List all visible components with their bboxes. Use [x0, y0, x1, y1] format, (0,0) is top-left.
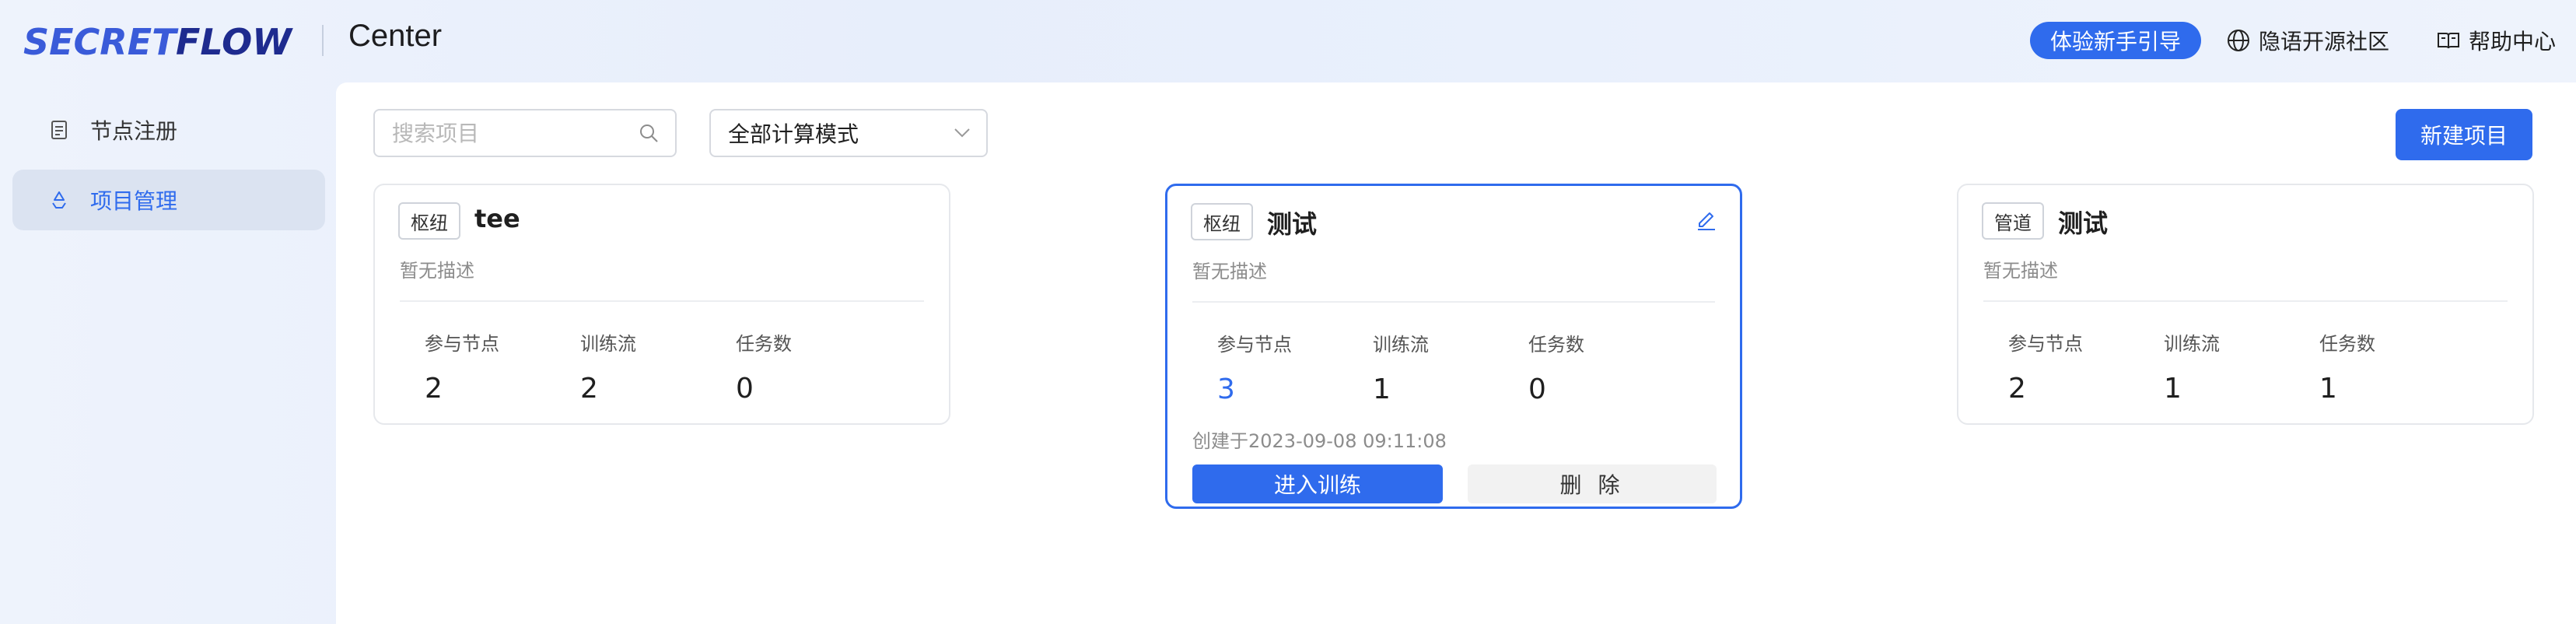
stat-value: 1: [2164, 373, 2182, 405]
stat-value: 1: [2319, 373, 2337, 405]
stat-nodes: 参与节点 2: [2008, 328, 2083, 405]
stat-label: 训练流: [1373, 334, 1429, 356]
help-center-label: 帮助中心: [2469, 29, 2557, 54]
sidebar-item-label: 节点注册: [90, 118, 178, 144]
compute-mode-select[interactable]: 全部计算模式: [709, 109, 988, 157]
stat-nodes: 参与节点 3: [1217, 329, 1292, 405]
community-link-label: 隐语开源社区: [2259, 29, 2390, 54]
sidebar-item-project-management[interactable]: 项目管理: [12, 170, 325, 230]
sidebar-item-label: 项目管理: [90, 188, 178, 214]
sidebar: 节点注册 项目管理: [12, 100, 325, 240]
stat-pipelines: 训练流 1: [2164, 328, 2220, 405]
app-name: Center: [348, 19, 443, 53]
created-time: 创建于2023-09-08 09:11:08: [1192, 430, 1447, 452]
sidebar-item-node-registration[interactable]: 节点注册: [12, 100, 325, 160]
main-panel: 全部计算模式 新建项目 枢纽 tee 暂无描述 参与节点 2 训练流 2 任务数…: [336, 82, 2576, 624]
card-divider: [1192, 301, 1715, 303]
new-project-button[interactable]: 新建项目: [2396, 109, 2532, 160]
stat-value: 2: [580, 373, 598, 405]
stat-value[interactable]: 3: [1217, 373, 1292, 405]
stat-label: 任务数: [1528, 334, 1584, 356]
stat-label: 任务数: [2319, 333, 2375, 355]
search-input[interactable]: [390, 119, 627, 147]
enter-training-button[interactable]: 进入训练: [1192, 464, 1443, 503]
search-icon[interactable]: [638, 122, 660, 144]
stat-tasks: 任务数 1: [2319, 328, 2375, 405]
logo-divider: [322, 25, 324, 56]
stat-pipelines: 训练流 1: [1373, 329, 1429, 405]
project-card-hovered[interactable]: 枢纽 测试 暂无描述 参与节点 3 训练流 1 任务数 0 创建于2023-09…: [1165, 184, 1742, 509]
project-card[interactable]: 枢纽 tee 暂无描述 参与节点 2 训练流 2 任务数 0: [373, 184, 950, 425]
edit-icon[interactable]: [1695, 209, 1718, 233]
project-description: 暂无描述: [1192, 261, 1267, 282]
card-divider: [1983, 300, 2508, 302]
community-link[interactable]: 隐语开源社区: [2226, 23, 2389, 58]
stat-pipelines: 训练流 2: [580, 328, 636, 405]
project-description: 暂无描述: [400, 260, 474, 282]
recycle-icon: [52, 191, 66, 209]
chevron-down-icon: [954, 128, 970, 138]
stat-label: 训练流: [2164, 333, 2220, 355]
help-center-link[interactable]: 帮助中心: [2436, 23, 2556, 58]
stat-label: 参与节点: [1217, 334, 1292, 356]
project-description: 暂无描述: [1983, 260, 2058, 282]
card-divider: [400, 300, 924, 302]
svg-text:SECRET: SECRET: [23, 21, 179, 62]
svg-text:FLOW: FLOW: [176, 21, 293, 62]
stat-label: 训练流: [580, 333, 636, 355]
stat-label: 任务数: [736, 333, 792, 355]
stat-value: 0: [1528, 373, 1546, 405]
project-mode-tag: 枢纽: [1191, 203, 1253, 240]
logo-wordmark: SECRET FLOW: [23, 21, 293, 62]
stat-label: 参与节点: [425, 333, 499, 355]
stat-tasks: 任务数 0: [1528, 329, 1584, 405]
document-icon: [51, 121, 67, 139]
stat-value: 1: [1373, 373, 1391, 405]
stat-label: 参与节点: [2008, 333, 2083, 355]
project-title: 测试: [1267, 209, 1318, 239]
delete-button[interactable]: 删 除: [1468, 464, 1717, 503]
project-title: tee: [474, 204, 520, 233]
project-mode-tag: 枢纽: [398, 202, 460, 240]
stat-value: 0: [736, 373, 754, 405]
newbie-guide-button[interactable]: 体验新手引导: [2030, 22, 2201, 59]
stat-value: 2: [2008, 373, 2026, 405]
project-title: 测试: [2058, 209, 2109, 238]
book-icon: [2438, 33, 2459, 49]
search-box[interactable]: [373, 109, 677, 157]
top-header: SECRET FLOW Center 体验新手引导 隐语开源社区 帮助中心: [0, 0, 2576, 82]
project-mode-tag: 管道: [1982, 202, 2044, 240]
project-card[interactable]: 管道 测试 暂无描述 参与节点 2 训练流 1 任务数 1: [1957, 184, 2534, 425]
stat-tasks: 任务数 0: [736, 328, 792, 405]
stat-nodes: 参与节点 2: [425, 328, 499, 405]
globe-icon: [2228, 30, 2249, 51]
secretflow-logo[interactable]: SECRET FLOW: [23, 17, 297, 64]
compute-mode-value: 全部计算模式: [728, 121, 859, 147]
stat-value: 2: [425, 373, 443, 405]
